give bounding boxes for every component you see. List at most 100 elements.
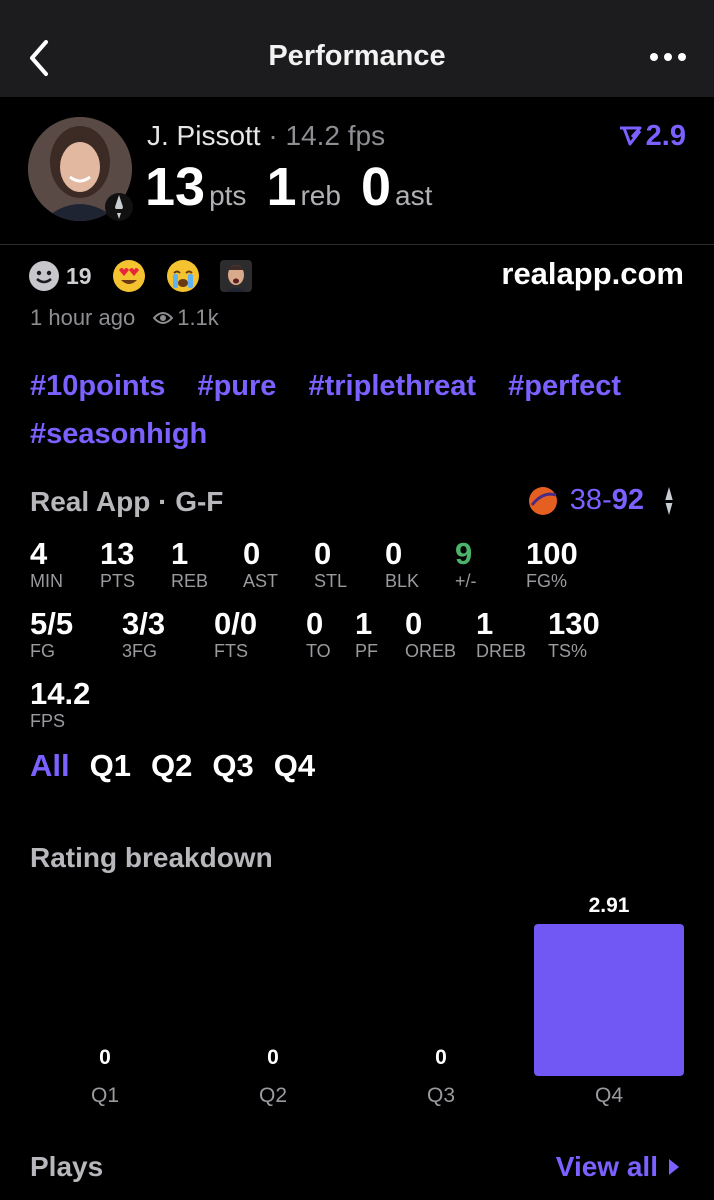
assists-value: 0: [360, 157, 391, 217]
statline: 13 pts 1 reb 0 ast: [145, 156, 452, 218]
player-name[interactable]: J. Pissott: [147, 120, 261, 151]
stat-ast: 0 AST: [243, 536, 279, 592]
stat-label: FTS: [214, 641, 248, 661]
hashtag[interactable]: #10points: [30, 370, 165, 402]
chart-category-label: Q2: [258, 1084, 287, 1107]
stat-value: 0: [314, 536, 332, 571]
tab-q2[interactable]: Q2: [151, 748, 192, 784]
stat-label: TO: [306, 641, 331, 661]
stat-blk: 0 BLK: [385, 536, 420, 592]
hashtag[interactable]: #pure: [197, 370, 276, 402]
chart-category-label: Q1: [90, 1084, 119, 1107]
stat-label: +/-: [455, 571, 477, 591]
more-dots-icon: [650, 53, 686, 61]
hashtag[interactable]: #seasonhigh: [30, 418, 207, 450]
post-time: 1 hour ago: [30, 305, 136, 330]
stat-label: PTS: [100, 571, 136, 591]
points-value: 13: [145, 157, 206, 217]
chart-bar[interactable]: [534, 924, 684, 1076]
stat-value: 100: [526, 536, 578, 571]
views-count: 1.1k: [177, 305, 219, 330]
rating-breakdown-title: Rating breakdown: [30, 842, 273, 873]
stat-fg-pct: 100 FG%: [526, 536, 578, 592]
reaction-smiley[interactable]: 19: [28, 260, 92, 292]
game-score[interactable]: 38-92: [526, 484, 684, 517]
stat-label: FG%: [526, 571, 568, 591]
assists-unit: ast: [395, 180, 433, 211]
game-source: Real App · G-F: [30, 486, 224, 517]
stat-dreb: 1 DREB: [476, 606, 527, 662]
stat-3fg: 3/3 3FG: [122, 606, 166, 662]
stat-fps: 14.2 FPS: [30, 676, 91, 732]
stat-value: 14.2: [30, 676, 91, 711]
stat-fg: 5/5 FG: [30, 606, 74, 662]
stat-value: 0/0: [214, 606, 258, 641]
reaction-heart-eyes[interactable]: [112, 259, 146, 293]
more-options-button[interactable]: [648, 45, 688, 69]
mercury-logo-icon: [528, 486, 557, 515]
stat-label: DREB: [476, 641, 527, 661]
stat-value: 4: [30, 536, 48, 571]
rebounds-unit: reb: [300, 180, 341, 211]
score-dash: -: [602, 484, 612, 516]
stat-min: 4 MIN: [30, 536, 63, 592]
stat-label: OREB: [405, 641, 457, 661]
stat-value: 0: [243, 536, 261, 571]
reaction-custom-face[interactable]: [219, 260, 252, 292]
score-left: 38: [569, 484, 603, 516]
page-title: Performance: [268, 40, 446, 72]
tab-q1[interactable]: Q1: [90, 748, 131, 784]
play-arrow-icon: [669, 1159, 679, 1175]
stat-label: BLK: [385, 571, 420, 591]
reactions-row: 19: [28, 256, 272, 296]
stat-value: 1: [476, 606, 494, 641]
stat-value: 0: [385, 536, 403, 571]
post-meta: 1 hour ago 1.1k: [30, 305, 219, 331]
points-unit: pts: [209, 180, 247, 211]
stat-value: 3/3: [122, 606, 166, 641]
stat-pf: 1 PF: [355, 606, 378, 662]
heart-eyes-emoji-icon: [112, 260, 145, 292]
aces-logo-icon: [659, 486, 679, 515]
stat-value: 0: [306, 606, 324, 641]
stat-value: 1: [171, 536, 189, 571]
score-right: 92: [611, 484, 644, 516]
stat-reb: 1 REB: [171, 536, 209, 592]
stat-value: 1: [355, 606, 373, 641]
reaction-crying[interactable]: [166, 259, 200, 293]
stat-label: 3FG: [122, 641, 158, 661]
plays-title: Plays: [30, 1151, 104, 1182]
stat-ts-pct: 130 TS%: [548, 607, 600, 662]
hashtag[interactable]: #perfect: [508, 370, 621, 402]
hashtag[interactable]: #triplethreat: [308, 370, 476, 402]
custom-reaction-icon: [219, 260, 252, 292]
stat-value: 5/5: [30, 606, 74, 641]
real-rating-icon: [619, 126, 642, 146]
top-bar: Performance: [0, 0, 714, 97]
rating-value: 2.9: [645, 120, 686, 152]
quarter-tabs: All Q1 Q2 Q3 Q4: [30, 748, 335, 784]
site-link[interactable]: realapp.com: [501, 256, 684, 292]
chart-data-label: 2.91: [588, 894, 630, 917]
stat-label: AST: [243, 571, 279, 591]
separator: ·: [268, 120, 278, 151]
rating-badge[interactable]: 2.9: [618, 120, 686, 153]
tab-q3[interactable]: Q3: [212, 748, 253, 784]
chart-data-label: 0: [267, 1046, 279, 1069]
stat-pts: 13 PTS: [100, 537, 136, 592]
divider: [0, 244, 714, 245]
eye-icon: [153, 312, 174, 324]
stat-label: FPS: [30, 711, 66, 731]
stat-fts: 0/0 FTS: [214, 606, 258, 662]
view-all-label: View all: [555, 1151, 658, 1182]
rating-breakdown-chart: 0 Q1 0 Q2 0 Q3 2.91 Q4: [0, 880, 714, 1120]
tab-all[interactable]: All: [30, 748, 70, 784]
tab-q4[interactable]: Q4: [274, 748, 315, 784]
stat-stl: 0 STL: [314, 536, 347, 592]
stat-label: REB: [171, 571, 209, 591]
stat-value: 9: [455, 536, 473, 571]
stat-oreb: 0 OREB: [405, 607, 457, 662]
view-all-link[interactable]: View all: [556, 1151, 680, 1183]
chart-category-label: Q3: [426, 1084, 455, 1107]
crying-emoji-icon: [166, 260, 199, 292]
